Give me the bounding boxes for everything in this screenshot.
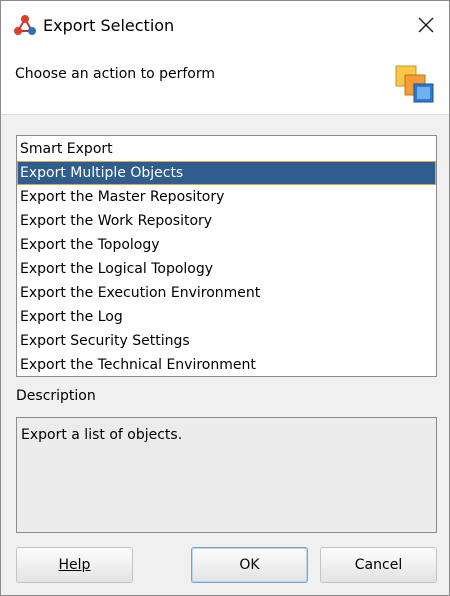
description-label: Description	[16, 388, 96, 404]
export-selection-dialog: Export Selection Choose an action to per…	[0, 0, 450, 596]
help-button-label: Help	[58, 557, 91, 573]
close-icon	[418, 17, 434, 33]
title-bar[interactable]: Export Selection	[1, 1, 449, 49]
dialog-header: Choose an action to perform	[1, 49, 449, 115]
action-list-item[interactable]: Export the Execution Environment	[17, 281, 436, 305]
action-list[interactable]: Smart Export Export Multiple Objects Expor…	[16, 135, 437, 377]
window-title: Export Selection	[43, 16, 175, 35]
ok-button[interactable]: OK	[191, 547, 308, 583]
action-list-item[interactable]: Export the Topology	[17, 233, 436, 257]
action-list-item[interactable]: Smart Export	[17, 137, 436, 161]
action-list-item[interactable]: Export Multiple Objects	[17, 161, 436, 185]
description-box: Export a list of objects.	[16, 417, 437, 533]
action-list-item[interactable]: Export Security Settings	[17, 329, 436, 353]
export-wizard-icon	[395, 65, 434, 103]
export-app-icon	[14, 15, 36, 35]
action-list-item[interactable]: Export the Technical Environment	[17, 353, 436, 377]
header-prompt: Choose an action to perform	[15, 66, 215, 82]
help-button[interactable]: Help	[16, 547, 133, 583]
close-button[interactable]	[403, 1, 449, 49]
cancel-button[interactable]: Cancel	[320, 547, 437, 583]
dialog-body: Smart Export Export Multiple Objects Expor…	[1, 116, 449, 595]
action-list-item[interactable]: Export the Logical Topology	[17, 257, 436, 281]
action-list-item[interactable]: Export the Log	[17, 305, 436, 329]
action-list-item[interactable]: Export the Master Repository	[17, 185, 436, 209]
description-text: Export a list of objects.	[21, 427, 183, 443]
action-list-item[interactable]: Export the Work Repository	[17, 209, 436, 233]
